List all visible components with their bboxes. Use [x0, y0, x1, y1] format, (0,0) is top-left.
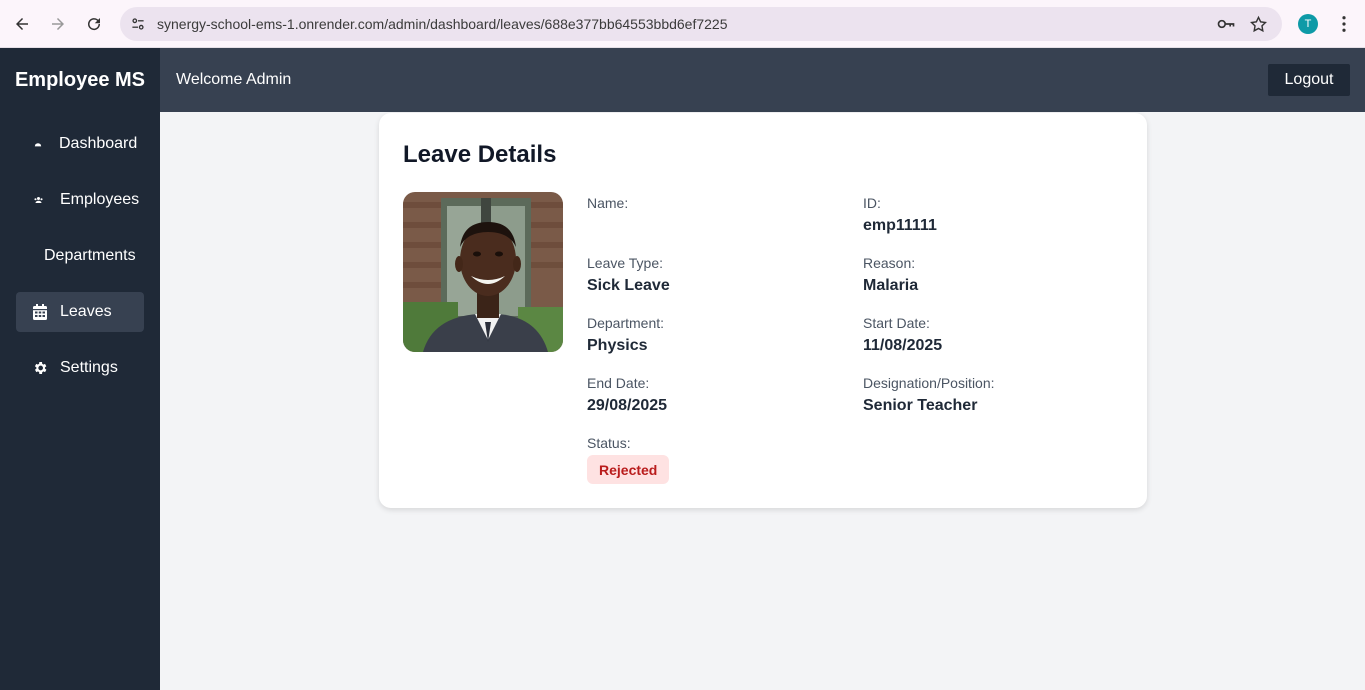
field-value: 11/08/2025	[863, 337, 943, 354]
gear-icon	[32, 360, 48, 376]
brand-title: Employee MS	[14, 68, 146, 91]
sidebar-item-label: Leaves	[60, 303, 112, 320]
back-arrow-icon[interactable]	[10, 12, 34, 36]
site-settings-icon[interactable]	[128, 14, 148, 34]
page-title: Leave Details	[403, 141, 557, 168]
status-badge: Rejected	[587, 455, 670, 484]
field-designation: Designation/Position: Senior Teacher	[863, 375, 1113, 417]
field-id: ID: emp11111	[863, 195, 1113, 237]
field-reason: Reason: Malaria	[863, 255, 1113, 297]
sidebar: Employee MS Dashboard Employees Departme…	[0, 48, 160, 690]
field-label: Name:	[587, 195, 629, 211]
dashboard-icon	[30, 136, 46, 152]
field-value: Malaria	[863, 277, 919, 294]
sidebar-item-settings[interactable]: Settings	[16, 348, 144, 388]
field-leave-type: Leave Type: Sick Leave	[587, 255, 837, 297]
url-text[interactable]: synergy-school-ems-1.onrender.com/admin/…	[157, 16, 728, 32]
sidebar-item-label: Departments	[44, 247, 136, 264]
field-start-date: Start Date: 11/08/2025	[863, 315, 1113, 357]
reload-icon[interactable]	[82, 12, 106, 36]
sidebar-item-employees[interactable]: Employees	[16, 180, 144, 220]
field-value	[587, 217, 837, 237]
field-label: Designation/Position:	[863, 375, 995, 391]
address-bar[interactable]: synergy-school-ems-1.onrender.com/admin/…	[120, 7, 1282, 41]
field-label: Start Date:	[863, 315, 930, 331]
field-label: Status:	[587, 435, 631, 451]
field-value: emp11111	[863, 217, 937, 234]
sidebar-item-label: Dashboard	[59, 135, 138, 152]
field-label: ID:	[863, 195, 881, 211]
profile-avatar[interactable]: T	[1298, 14, 1318, 34]
field-label: End Date:	[587, 375, 650, 391]
more-menu-icon[interactable]	[1334, 13, 1354, 35]
sidebar-item-leaves[interactable]: Leaves	[16, 292, 144, 332]
field-value: Senior Teacher	[863, 397, 978, 414]
browser-toolbar: synergy-school-ems-1.onrender.com/admin/…	[0, 0, 1365, 48]
sidebar-item-dashboard[interactable]: Dashboard	[16, 124, 144, 164]
field-end-date: End Date: 29/08/2025	[587, 375, 837, 417]
field-value: Sick Leave	[587, 277, 670, 294]
field-value: 29/08/2025	[587, 397, 668, 414]
field-label: Leave Type:	[587, 255, 664, 271]
logout-button[interactable]: Logout	[1268, 64, 1350, 96]
field-value: Physics	[587, 337, 648, 354]
password-key-icon[interactable]	[1216, 14, 1236, 34]
sidebar-item-label: Employees	[60, 191, 140, 208]
sidebar-item-departments[interactable]: Departments	[16, 236, 144, 276]
calendar-icon	[32, 304, 48, 320]
field-status: Status:	[587, 435, 837, 453]
forward-arrow-icon[interactable]	[46, 12, 70, 36]
leave-details-card: Leave Details Name: ID: emp11111 Leave T…	[379, 113, 1147, 508]
field-label: Reason:	[863, 255, 916, 271]
bookmark-star-icon[interactable]	[1248, 14, 1268, 34]
sidebar-item-label: Settings	[60, 359, 118, 376]
welcome-text: Welcome Admin	[176, 71, 292, 88]
field-department: Department: Physics	[587, 315, 837, 357]
field-label: Department:	[587, 315, 665, 331]
app-header: Welcome Admin Logout	[160, 48, 1365, 112]
field-name: Name:	[587, 195, 837, 237]
users-icon	[30, 192, 46, 208]
employee-photo	[403, 192, 563, 352]
